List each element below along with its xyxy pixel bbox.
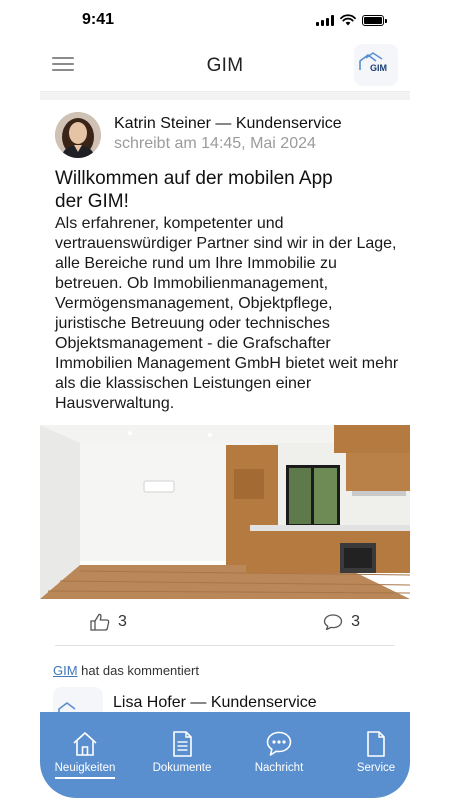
post-title: Willkommen auf der mobilen App der GIM! (55, 168, 333, 212)
comment-count: 3 (351, 613, 360, 630)
nav-tab-nachricht[interactable]: Nachricht (239, 730, 319, 777)
status-time: 9:41 (82, 11, 115, 28)
nav-label-service: Service (356, 762, 396, 774)
post-actions: 3 3 (40, 599, 410, 645)
post-author[interactable]: Katrin Steiner — Kundenservice (114, 115, 342, 133)
logo-house-icon: GIM (359, 52, 387, 73)
like-button[interactable]: 3 (90, 613, 127, 631)
phone-screen: 9:41 GIM GIM Katrin Steiner — Kundenserv… (0, 0, 450, 800)
commenter-name[interactable]: Lisa Hofer — Kundenservice (113, 694, 317, 712)
nav-tab-neuigkeiten[interactable]: Neuigkeiten (45, 730, 125, 779)
chat-icon (266, 731, 292, 756)
gim-logo[interactable]: GIM (354, 44, 398, 86)
post-divider (55, 645, 395, 646)
battery-icon (362, 14, 387, 26)
thumbs-up-icon (90, 613, 110, 631)
post-timestamp: schreibt am 14:45, Mai 2024 (114, 135, 316, 152)
nav-tab-service[interactable]: Service (336, 730, 416, 777)
like-count: 3 (118, 613, 127, 630)
nav-tab-dokumente[interactable]: Dokumente (142, 730, 222, 777)
wifi-icon (340, 14, 356, 26)
signal-icon (316, 14, 334, 26)
feed-separator (40, 92, 410, 100)
post-image-kitchen[interactable] (40, 425, 410, 599)
nav-label-neuigkeiten: Neuigkeiten (54, 762, 116, 779)
status-bar: 9:41 (0, 0, 450, 40)
logo-text: GIM (370, 63, 387, 73)
author-avatar[interactable] (55, 112, 101, 158)
nav-label-dokumente: Dokumente (152, 762, 212, 774)
document-icon (173, 731, 192, 757)
commenter-avatar[interactable] (53, 687, 103, 712)
logo-house-icon (58, 702, 76, 712)
comment-button[interactable]: 3 (323, 613, 360, 631)
news-post: Katrin Steiner — Kundenservice schreibt … (40, 100, 410, 712)
bottom-navigation: Neuigkeiten Dokumente Nachricht Service (40, 712, 410, 798)
comment-notice: GIM hat das kommentiert (53, 663, 199, 678)
post-body: Als erfahrener, kompetenter und vertraue… (55, 215, 399, 412)
nav-label-nachricht: Nachricht (254, 762, 304, 774)
house-icon (73, 732, 97, 756)
file-icon (367, 731, 385, 757)
app-header: GIM GIM (40, 40, 410, 92)
status-icons (316, 14, 387, 26)
comment-source-link[interactable]: GIM (53, 663, 78, 678)
comment-notice-text: hat das kommentiert (77, 663, 199, 678)
comment-bubble-icon (323, 614, 343, 631)
